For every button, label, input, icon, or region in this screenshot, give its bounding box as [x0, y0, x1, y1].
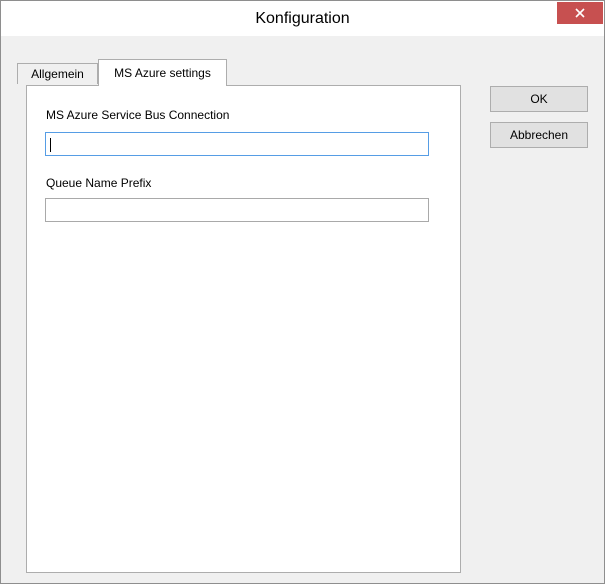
text-caret — [50, 138, 51, 152]
prefix-label: Queue Name Prefix — [46, 176, 152, 190]
tab-ms-azure-settings[interactable]: MS Azure settings — [98, 59, 227, 86]
prefix-input[interactable] — [45, 198, 429, 222]
connection-label: MS Azure Service Bus Connection — [46, 108, 230, 122]
tab-panel — [26, 85, 461, 573]
connection-input[interactable] — [45, 132, 429, 156]
cancel-button[interactable]: Abbrechen — [490, 122, 588, 148]
close-icon — [575, 8, 585, 18]
tab-allgemein[interactable]: Allgemein — [17, 63, 98, 84]
window-title: Konfiguration — [255, 10, 350, 27]
ok-button[interactable]: OK — [490, 86, 588, 112]
close-button[interactable] — [557, 2, 603, 24]
title-bar[interactable]: Konfiguration — [1, 1, 604, 36]
